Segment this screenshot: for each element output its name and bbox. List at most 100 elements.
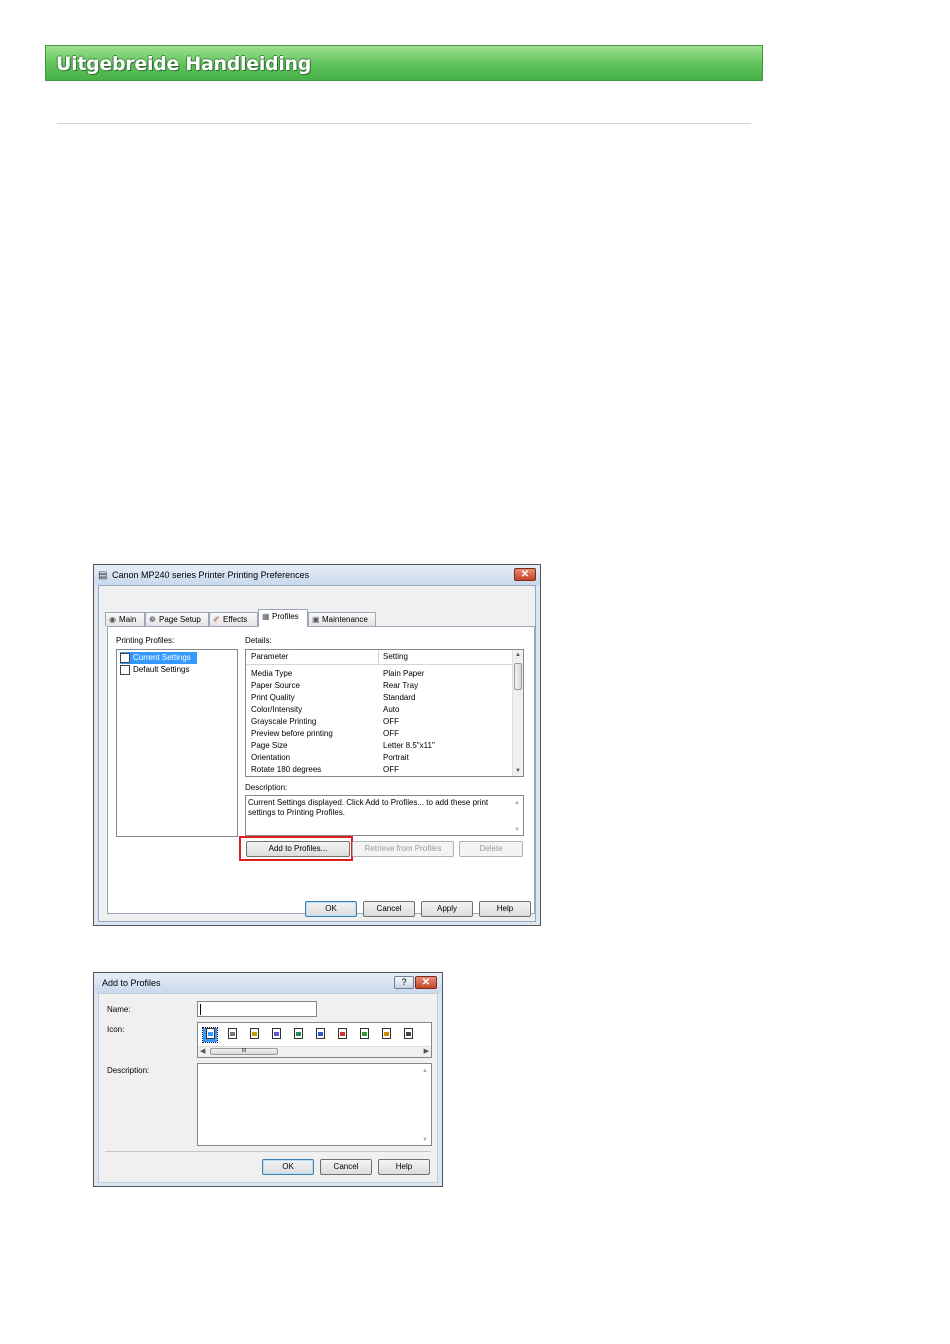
name-field[interactable] — [197, 1001, 317, 1017]
column-divider — [378, 650, 379, 664]
parameter-cell: Preview before printing — [251, 729, 333, 738]
profiles-icon: ▦ — [262, 612, 270, 621]
details-label: Details: — [245, 636, 272, 645]
table-row[interactable]: Paper Source Rear Tray — [250, 680, 511, 692]
tab-effects[interactable]: ✐ Effects — [209, 612, 258, 626]
close-button[interactable]: ✕ — [514, 568, 536, 581]
profile-current-settings[interactable]: Current Settings — [120, 652, 197, 664]
table-row[interactable]: Rotate 180 degrees OFF — [250, 764, 511, 776]
close-button[interactable]: ✕ — [415, 976, 437, 989]
column-parameter[interactable]: Parameter — [251, 652, 288, 661]
document-icon — [271, 1028, 281, 1039]
document-icon — [293, 1028, 303, 1039]
scroll-right-arrow[interactable]: ▶ — [424, 1047, 429, 1055]
description-label: Description: — [245, 783, 288, 792]
parameter-cell: Grayscale Printing — [251, 717, 317, 726]
apply-button[interactable]: Apply — [421, 901, 473, 917]
table-row[interactable]: Media Type Plain Paper — [250, 668, 511, 680]
printing-profiles-label: Printing Profiles: — [116, 636, 175, 645]
title-bar: Add to Profiles ? ✕ — [94, 973, 442, 993]
scroll-up-arrow[interactable]: ▲ — [512, 798, 522, 808]
parameter-cell: Color/Intensity — [251, 705, 303, 714]
setting-cell: OFF — [383, 729, 399, 738]
profile-icon-option[interactable] — [225, 1028, 239, 1042]
name-label: Name: — [107, 1005, 131, 1014]
scroll-thumb[interactable]: III — [210, 1048, 278, 1055]
scroll-up-arrow[interactable]: ▲ — [513, 650, 523, 660]
icon-color-mark — [339, 1032, 345, 1036]
ok-button[interactable]: OK — [305, 901, 357, 917]
icon-color-mark — [405, 1032, 411, 1036]
page-setup-icon: ❁ — [149, 615, 156, 624]
current-settings-icon — [120, 652, 130, 663]
scroll-up-arrow[interactable]: ▲ — [420, 1066, 430, 1076]
setting-cell: Portrait — [383, 753, 409, 762]
table-row[interactable]: Color/Intensity Auto — [250, 704, 511, 716]
icon-label: Icon: — [107, 1025, 125, 1034]
profile-icon-option[interactable] — [401, 1028, 415, 1042]
dialog-client: ◉ Main ❁ Page Setup ✐ Effects ▦ Profiles ▣ Ma… — [98, 585, 536, 922]
column-setting[interactable]: Setting — [383, 652, 408, 661]
scroll-left-arrow[interactable]: ◀ — [200, 1047, 205, 1055]
setting-cell: Auto — [383, 705, 400, 714]
delete-button[interactable]: Delete — [459, 841, 523, 857]
tab-profiles[interactable]: ▦ Profiles — [258, 609, 308, 627]
profile-icon-option[interactable] — [379, 1028, 393, 1042]
icon-hscrollbar[interactable]: ◀ III ▶ — [198, 1046, 431, 1057]
printer-icon: ▤ — [98, 570, 108, 581]
profile-default-settings[interactable]: Default Settings — [120, 664, 189, 676]
description-label: Description: — [107, 1066, 150, 1075]
profile-icon-option[interactable] — [291, 1028, 305, 1042]
icon-color-mark — [229, 1032, 235, 1036]
document-icon — [205, 1028, 215, 1039]
text-cursor — [200, 1004, 201, 1015]
help-title-button[interactable]: ? — [394, 976, 414, 989]
table-row[interactable]: Preview before printing OFF — [250, 728, 511, 740]
tab-main[interactable]: ◉ Main — [105, 612, 145, 626]
profiles-list[interactable]: Current Settings Default Settings — [116, 649, 238, 837]
scroll-thumb[interactable] — [514, 663, 522, 690]
tab-maintenance[interactable]: ▣ Maintenance — [308, 612, 376, 626]
scroll-down-arrow[interactable]: ▼ — [512, 825, 522, 835]
scroll-grip: III — [241, 1048, 247, 1054]
document-icon — [227, 1028, 237, 1039]
help-button[interactable]: Help — [479, 901, 531, 917]
scroll-down-arrow[interactable]: ▼ — [513, 766, 523, 776]
icon-color-mark — [295, 1032, 301, 1036]
tab-page-setup[interactable]: ❁ Page Setup — [145, 612, 209, 626]
icon-color-mark — [383, 1032, 389, 1036]
header-banner: Uitgebreide Handleiding — [45, 45, 763, 81]
document-icon — [403, 1028, 413, 1039]
icon-picker[interactable]: ◀ III ▶ — [197, 1022, 432, 1058]
profile-icon-option[interactable] — [247, 1028, 261, 1042]
profile-icon-option[interactable] — [335, 1028, 349, 1042]
icon-color-mark — [361, 1032, 367, 1036]
ok-button[interactable]: OK — [262, 1159, 314, 1175]
cancel-button[interactable]: Cancel — [320, 1159, 372, 1175]
profile-icon-option[interactable] — [202, 1027, 218, 1043]
retrieve-from-profiles-button[interactable]: Retrieve from Profiles — [352, 841, 454, 857]
scroll-down-arrow[interactable]: ▼ — [420, 1135, 430, 1145]
table-row[interactable]: Page Size Letter 8.5"x11" — [250, 740, 511, 752]
dialog-client: Name: Icon: ◀ III ▶ Description: ▲ ▼ OK … — [98, 993, 438, 1183]
setting-cell: OFF — [383, 765, 399, 774]
table-row[interactable]: Orientation Portrait — [250, 752, 511, 764]
table-row[interactable]: Print Quality Standard — [250, 692, 511, 704]
profile-icon-option[interactable] — [357, 1028, 371, 1042]
description-scrollbar[interactable]: ▲ ▼ — [420, 1064, 431, 1145]
description-scrollbar[interactable]: ▲ ▼ — [512, 796, 523, 835]
description-field[interactable]: ▲ ▼ — [197, 1063, 432, 1146]
parameter-cell: Rotate 180 degrees — [251, 765, 322, 774]
profile-icon-option[interactable] — [313, 1028, 327, 1042]
details-table[interactable]: Parameter Setting Media Type Plain Paper P… — [245, 649, 524, 777]
profile-icon-option[interactable] — [269, 1028, 283, 1042]
parameter-cell: Page Size — [251, 741, 288, 750]
details-scrollbar[interactable]: ▲ ▼ — [512, 650, 523, 776]
table-row[interactable]: Grayscale Printing OFF — [250, 716, 511, 728]
profile-label: Current Settings — [133, 653, 191, 662]
description-text: Current Settings displayed. Click Add to… — [248, 798, 489, 817]
cancel-button[interactable]: Cancel — [363, 901, 415, 917]
printing-preferences-window: ▤ Canon MP240 series Printer Printing Pr… — [93, 564, 541, 926]
help-button[interactable]: Help — [378, 1159, 430, 1175]
document-icon — [249, 1028, 259, 1039]
